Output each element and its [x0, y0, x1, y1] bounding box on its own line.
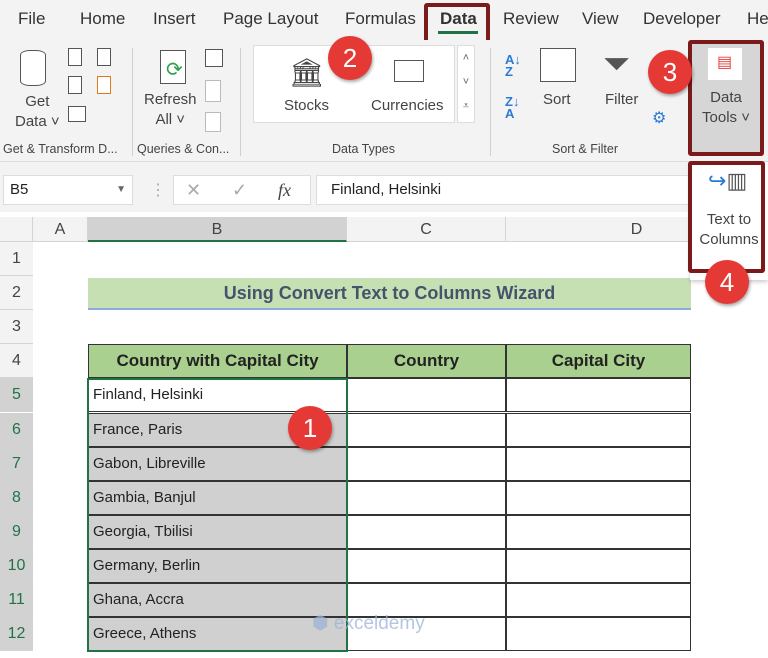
separator	[240, 48, 241, 156]
bank-icon: 🏛	[289, 57, 325, 88]
row-header-6[interactable]: 6	[0, 412, 33, 447]
cell-capital[interactable]	[506, 617, 691, 652]
row-header-11[interactable]: 11	[0, 583, 33, 617]
cell-capital[interactable]	[506, 583, 691, 617]
cell-capital[interactable]	[506, 412, 691, 447]
cell-capital[interactable]	[506, 378, 691, 413]
currency-icon	[394, 60, 424, 82]
column-header-c[interactable]: C	[347, 217, 506, 242]
row-header-1[interactable]: 1	[0, 242, 33, 276]
row-header-3[interactable]: 3	[0, 310, 33, 345]
filter-icon: ⏷	[603, 45, 631, 83]
name-box[interactable]: B5 ▼	[3, 175, 133, 205]
highlight-text-to-columns	[688, 161, 765, 273]
refresh-all-button[interactable]: Refresh All ˅	[144, 90, 197, 130]
highlight-data-tools	[688, 40, 764, 156]
gallery-scroll[interactable]: ˄ ˅ ⩡	[457, 45, 475, 123]
select-all-button[interactable]	[0, 217, 33, 242]
cell-capital[interactable]	[506, 548, 691, 583]
row-header-5[interactable]: 5	[0, 378, 33, 413]
tab-help[interactable]: He	[747, 9, 768, 29]
name-box-value: B5	[10, 181, 29, 198]
step-badge-3: 3	[648, 50, 692, 94]
group-get-transform: Get & Transform D...	[3, 142, 118, 156]
row-header-12[interactable]: 12	[0, 617, 33, 652]
column-header-a[interactable]: A	[33, 217, 88, 242]
stocks-button[interactable]: Stocks	[284, 96, 329, 116]
tab-developer[interactable]: Developer	[643, 9, 721, 29]
formula-bar-grip: ⋮	[150, 182, 166, 199]
row-header-9[interactable]: 9	[0, 514, 33, 549]
group-data-types: Data Types	[332, 142, 396, 156]
separator	[132, 48, 133, 156]
watermark: ⬢ exceldemy	[312, 613, 425, 634]
formula-bar: B5 ▼ ⋮ ✕ ✓ fx Finland, Helsinki	[0, 162, 768, 212]
row-header-8[interactable]: 8	[0, 480, 33, 515]
cell-country[interactable]	[347, 548, 506, 583]
tab-formulas[interactable]: Formulas	[345, 9, 416, 29]
formula-input[interactable]: Finland, Helsinki	[316, 175, 696, 205]
table-header[interactable]: Country with Capital City	[88, 344, 347, 379]
refresh-icon: ⟳	[160, 50, 186, 84]
separator	[490, 48, 491, 156]
tab-insert[interactable]: Insert	[153, 9, 196, 29]
refresh-label: Refresh	[144, 91, 197, 108]
highlight-data-tab	[424, 3, 490, 44]
insert-function-icon[interactable]: fx	[278, 176, 291, 204]
queries-connections-icon[interactable]	[205, 49, 223, 67]
table-header[interactable]: Country	[347, 344, 506, 379]
from-text-icon[interactable]	[68, 48, 82, 66]
cell-country[interactable]	[347, 412, 506, 447]
cell-country[interactable]	[347, 480, 506, 515]
tab-page-layout[interactable]: Page Layout	[223, 9, 318, 29]
database-icon	[20, 50, 46, 86]
sort-a-z-icon[interactable]: A↓ Z	[505, 53, 521, 78]
get-data-label2: Data	[15, 113, 47, 130]
get-data-label: Get	[25, 93, 50, 110]
tab-review[interactable]: Review	[503, 9, 559, 29]
cell-capital[interactable]	[506, 480, 691, 515]
refresh-label2: All	[155, 111, 173, 128]
group-queries: Queries & Con...	[137, 142, 230, 156]
properties-icon[interactable]	[205, 80, 221, 102]
row-header-4[interactable]: 4	[0, 344, 33, 379]
existing-connections-icon[interactable]	[97, 76, 111, 94]
tab-home[interactable]: Home	[80, 9, 125, 29]
get-data-button[interactable]: Get Data ˅	[15, 92, 60, 132]
tab-view[interactable]: View	[582, 9, 619, 29]
step-badge-1: 1	[288, 406, 332, 450]
advanced-filter-icon[interactable]: ⚙	[652, 108, 666, 128]
from-web-icon[interactable]	[68, 76, 82, 94]
step-badge-2: 2	[328, 36, 372, 80]
sort-button[interactable]: Sort	[543, 90, 571, 110]
sort-icon	[540, 48, 576, 82]
filter-button[interactable]: Filter	[605, 90, 638, 110]
step-badge-4: 4	[705, 260, 749, 304]
recent-sources-icon[interactable]	[97, 48, 111, 66]
row-header-10[interactable]: 10	[0, 548, 33, 583]
cell-capital[interactable]	[506, 514, 691, 549]
sheet-title[interactable]: Using Convert Text to Columns Wizard	[88, 278, 691, 310]
row-header-7[interactable]: 7	[0, 446, 33, 481]
enter-icon[interactable]: ✓	[232, 176, 247, 204]
cell-capital[interactable]	[506, 446, 691, 481]
menu-bar: File Home Insert Page Layout Formulas Da…	[0, 0, 768, 40]
currencies-button[interactable]: Currencies	[371, 96, 444, 116]
cancel-icon[interactable]: ✕	[186, 176, 201, 204]
column-header-b[interactable]: B	[88, 217, 347, 242]
table-header[interactable]: Capital City	[506, 344, 691, 379]
edit-links-icon[interactable]	[205, 112, 221, 132]
group-sort-filter: Sort & Filter	[552, 142, 618, 156]
cell-country[interactable]	[347, 446, 506, 481]
cell-country[interactable]	[347, 514, 506, 549]
formula-buttons: ✕ ✓ fx	[173, 175, 311, 205]
row-header-2[interactable]: 2	[0, 276, 33, 311]
from-table-icon[interactable]	[68, 106, 86, 122]
sort-z-a-icon[interactable]: Z↓ A	[505, 95, 519, 120]
tab-file[interactable]: File	[18, 9, 45, 29]
cell-country[interactable]	[347, 378, 506, 413]
